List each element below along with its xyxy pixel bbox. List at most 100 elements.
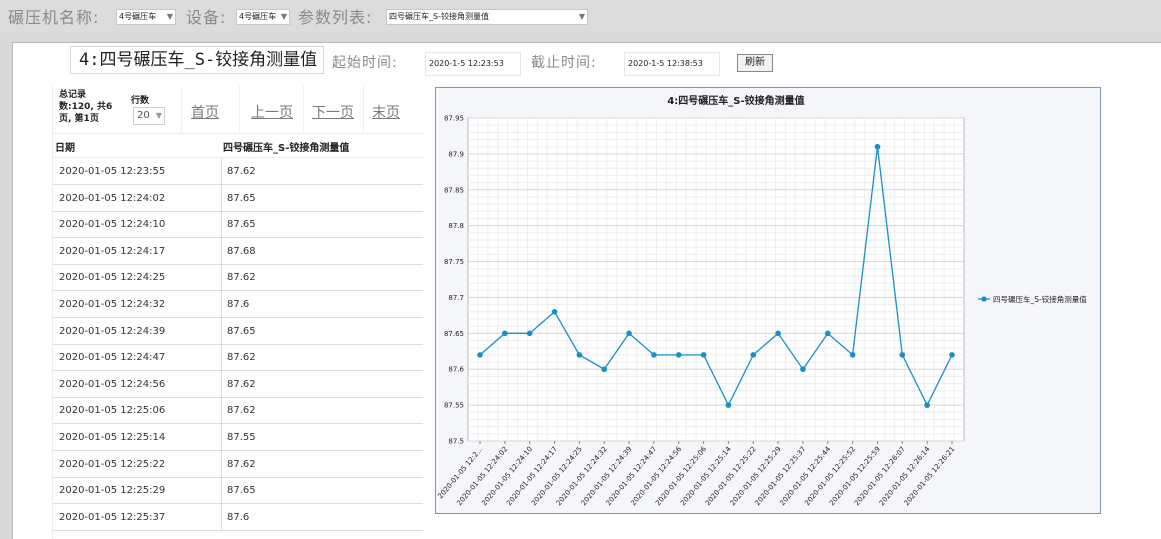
refresh-button[interactable]: 刷新 — [737, 54, 773, 72]
y-tick-label: 87.95 — [444, 115, 464, 123]
cell-divider — [221, 317, 222, 345]
data-point — [874, 143, 881, 150]
cell-divider — [221, 397, 222, 425]
data-point — [526, 330, 533, 337]
cell-value: 87.62 — [227, 458, 256, 470]
cell-date: 2020-01-05 12:25:06 — [59, 405, 166, 417]
data-point — [750, 352, 757, 358]
rows-per-page-select[interactable]: 20 ▼ — [133, 107, 165, 125]
next-page-link[interactable]: 下一页 — [312, 102, 354, 122]
table-row: 2020-01-05 12:24:56 87.62 — [53, 370, 423, 398]
data-point — [651, 352, 657, 358]
pager-divider — [363, 86, 364, 134]
start-time-input[interactable]: 2020-1-5 12:23:53 — [425, 52, 521, 76]
start-time-label: 起始时间: — [332, 55, 398, 71]
data-point — [502, 330, 508, 337]
data-point — [551, 309, 558, 315]
cell-date: 2020-01-05 12:25:14 — [59, 432, 166, 443]
cell-divider — [221, 291, 222, 318]
cell-value: 87.55 — [227, 432, 256, 443]
table-row: 2020-01-05 12:24:47 87.62 — [53, 344, 423, 372]
record-summary: 总记录数:120, 共6页, 第1页 — [59, 90, 113, 124]
cell-value: 87.68 — [227, 245, 256, 257]
y-tick-label: 87.55 — [444, 402, 464, 410]
end-time-label: 截止时间: — [531, 55, 597, 71]
cell-value: 87.65 — [227, 192, 256, 204]
param-select[interactable]: 四号碾压车_S-铰接角测量值 ▼ — [386, 9, 588, 25]
cell-value: 87.6 — [227, 511, 250, 523]
pager-divider — [303, 86, 304, 134]
cell-date: 2020-01-05 12:25:22 — [59, 458, 166, 470]
cell-value: 87.6 — [227, 299, 250, 310]
cell-divider — [221, 184, 222, 212]
machine-select-value: 4号碾压车 — [119, 12, 157, 21]
table-row: 2020-01-05 12:24:39 87.65 — [53, 317, 423, 345]
cell-value: 87.62 — [227, 352, 256, 364]
data-point — [899, 352, 906, 358]
cell-date: 2020-01-05 12:24:32 — [59, 299, 166, 310]
cell-value: 87.62 — [227, 166, 256, 177]
table-row: 2020-01-05 12:25:06 87.62 — [53, 397, 423, 425]
cell-divider — [221, 477, 222, 505]
table-row: 2020-01-05 12:25:37 87.6 — [53, 503, 423, 531]
filter-bar: 碾压机名称: 4号碾压车 ▼ 设备: 4号碾压车 ▼ 参数列表: 四号碾压车_S… — [0, 0, 1161, 33]
cell-value: 87.65 — [227, 219, 256, 231]
column-header-value: 四号碾压车_S-铰接角测量值 — [223, 143, 350, 154]
data-point — [949, 352, 955, 358]
y-tick-label: 87.75 — [444, 258, 464, 266]
data-point — [824, 330, 831, 337]
data-point — [725, 402, 732, 408]
table-row: 2020-01-05 12:25:29 87.65 — [53, 477, 423, 505]
cell-date: 2020-01-05 12:24:39 — [59, 325, 166, 337]
chevron-down-icon: ▼ — [166, 12, 173, 21]
table-header: 日期 四号碾压车_S-铰接角测量值 — [53, 134, 423, 158]
data-point — [477, 352, 483, 358]
pager-divider — [181, 86, 182, 134]
first-page-link[interactable]: 首页 — [191, 102, 219, 122]
x-tick-label: 2020-01-05 12:2... — [436, 445, 484, 500]
end-time-input[interactable]: 2020-1-5 12:38:53 — [624, 52, 720, 76]
y-tick-label: 87.7 — [448, 294, 464, 302]
data-point — [675, 352, 682, 358]
last-page-link[interactable]: 末页 — [372, 102, 400, 122]
pager: 总记录数:120, 共6页, 第1页 行数 20 ▼ 首页 上一页 下一页 末页 — [53, 86, 423, 134]
table-row: 2020-01-05 12:25:14 87.55 — [53, 424, 423, 451]
rows-per-page-value: 20 — [137, 110, 150, 121]
pager-divider — [239, 86, 240, 134]
table-row: 2020-01-05 12:24:02 87.65 — [53, 184, 423, 212]
y-tick-label: 87.85 — [444, 186, 464, 194]
device-select[interactable]: 4号碾压车 ▼ — [236, 9, 290, 25]
line-chart: 87.5 87.55 87.6 87.65 87.7 87.75 87.8 87.85 87.9… — [435, 87, 1101, 514]
cell-date: 2020-01-05 12:24:25 — [59, 272, 166, 284]
cell-divider — [221, 211, 222, 239]
cell-divider — [221, 158, 222, 185]
chevron-down-icon: ▼ — [155, 111, 162, 120]
cell-value: 87.62 — [227, 272, 256, 284]
table-row: 2020-01-05 12:23:55 87.62 — [53, 158, 423, 185]
param-label: 参数列表: — [298, 8, 373, 27]
y-tick-label: 87.6 — [448, 366, 464, 374]
table-row: 2020-01-05 12:24:25 87.62 — [53, 264, 423, 292]
x-tick-label: 2020-01-05 12:26:21 — [903, 445, 957, 507]
data-point — [700, 352, 707, 358]
data-table: 总记录数:120, 共6页, 第1页 行数 20 ▼ 首页 上一页 下一页 末页… — [52, 86, 423, 539]
column-header-date: 日期 — [55, 143, 75, 154]
device-select-value: 4号碾压车 — [239, 12, 277, 21]
page-title: 4:四号碾压车_S-铰接角测量值 — [70, 46, 324, 74]
cell-date: 2020-01-05 12:25:29 — [59, 485, 166, 497]
y-tick-label: 87.8 — [448, 222, 464, 230]
cell-date: 2020-01-05 12:24:10 — [59, 219, 166, 231]
cell-date: 2020-01-05 12:23:55 — [59, 166, 166, 177]
prev-page-link[interactable]: 上一页 — [251, 102, 293, 122]
machine-select[interactable]: 4号碾压车 ▼ — [116, 9, 176, 25]
y-tick-label: 87.5 — [448, 438, 464, 446]
cell-divider — [221, 264, 222, 292]
chart-svg: 87.5 87.55 87.6 87.65 87.7 87.75 87.8 87.85 87.9… — [436, 94, 1087, 507]
data-point — [626, 330, 632, 337]
cell-divider — [221, 503, 222, 531]
chart-title: 4:四号碾压车_S-铰接角测量值 — [667, 94, 804, 107]
chevron-down-icon: ▼ — [578, 12, 585, 21]
data-point — [849, 352, 856, 358]
legend-marker — [981, 296, 987, 302]
cell-date: 2020-01-05 12:25:37 — [59, 511, 166, 523]
